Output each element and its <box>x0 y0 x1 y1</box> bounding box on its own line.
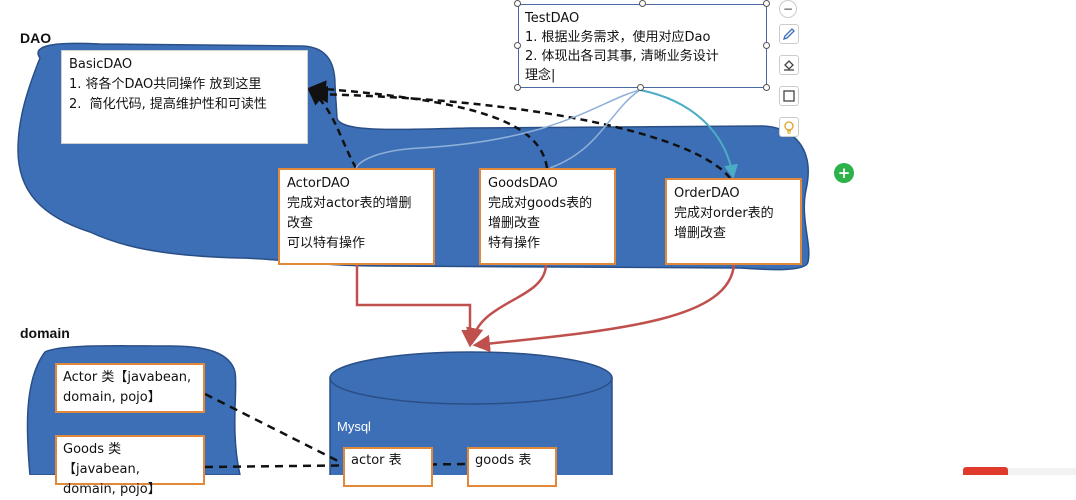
goods-to-mysql-arrow <box>466 263 548 346</box>
resize-handle-bc[interactable] <box>637 84 644 91</box>
actor-to-mysql-arrow <box>355 264 479 348</box>
actor-table-label: actor 表 <box>351 453 402 468</box>
goods-dao-box: GoodsDAO 完成对goods表的 增删改查 特有操作 <box>479 168 616 265</box>
test-dao-line-3: 理念| <box>525 68 556 83</box>
resize-handle-bl[interactable] <box>514 84 521 91</box>
resize-handle-tr[interactable] <box>763 0 770 7</box>
basic-dao-line-2: 2. 简化代码, 提高维护性和可读性 <box>69 97 267 112</box>
basic-dao-title: BasicDAO <box>69 57 133 72</box>
add-icon[interactable]: + <box>834 163 854 183</box>
order-dao-line-2: 增删改查 <box>674 226 727 241</box>
actor-dao-title: ActorDAO <box>287 176 350 191</box>
resize-handle-tl[interactable] <box>514 0 521 7</box>
test-dao-line-1: 1. 根据业务需求，使用对应Dao <box>525 30 711 45</box>
goods-dao-line-2: 增删改查 <box>488 216 541 231</box>
dao-section-label: DAO <box>20 30 52 46</box>
actor-dao-line-1: 完成对actor表的增删 <box>287 196 412 211</box>
actor-table-box: actor 表 <box>343 447 433 487</box>
goods-dao-title: GoodsDAO <box>488 176 558 191</box>
resize-handle-mr[interactable] <box>763 42 770 49</box>
order-dao-line-1: 完成对order表的 <box>674 206 774 221</box>
corner-bar <box>1008 468 1076 475</box>
mysql-label: Mysql <box>337 419 371 434</box>
actor-class-line-2: domain, pojo】 <box>63 390 161 405</box>
order-dao-title: OrderDAO <box>674 186 740 201</box>
domain-section-label: domain <box>20 325 70 341</box>
actor-class-line-1: Actor 类【javabean, <box>63 370 192 385</box>
goods-class-box: Goods 类【javabean, domain, pojo】 <box>55 435 205 497</box>
test-dao-box[interactable]: TestDAO 1. 根据业务需求，使用对应Dao 2. 体现出各司其事, 清晰… <box>518 4 767 88</box>
actor-class-box: Actor 类【javabean, domain, pojo】 <box>55 363 205 413</box>
outline-icon <box>783 90 795 102</box>
corner-red-badge[interactable] <box>963 467 1008 475</box>
goods-class-line-1: Goods 类【javabean, <box>63 442 140 477</box>
test-dao-line-2: 2. 体现出各司其事, 清晰业务设计 <box>525 49 719 64</box>
actor-dao-line-2: 改查 <box>287 216 314 231</box>
lightbulb-icon <box>784 121 794 134</box>
goods-dao-line-1: 完成对goods表的 <box>488 196 593 211</box>
resize-handle-tc[interactable] <box>639 0 646 7</box>
actor-dao-box: ActorDAO 完成对actor表的增删 改查 可以特有操作 <box>278 168 435 265</box>
test-dao-title: TestDAO <box>525 11 580 26</box>
goods-table-box: goods 表 <box>467 447 557 487</box>
order-dao-box: OrderDAO 完成对order表的 增删改查 <box>665 178 802 265</box>
basic-dao-line-1: 1. 将各个DAO共同操作 放到这里 <box>69 77 262 92</box>
resize-handle-ml[interactable] <box>514 42 521 49</box>
goods-class-line-2: domain, pojo】 <box>63 482 161 497</box>
pen-icon <box>782 28 795 41</box>
actor-dao-line-3: 可以特有操作 <box>287 236 366 251</box>
goods-dao-line-3: 特有操作 <box>488 236 541 251</box>
order-to-mysql-arrow <box>472 263 736 353</box>
collapse-button[interactable]: − <box>779 0 797 18</box>
outline-tool-button[interactable] <box>779 86 799 106</box>
tips-tool-button[interactable] <box>779 117 799 137</box>
basic-dao-box: BasicDAO 1. 将各个DAO共同操作 放到这里 2. 简化代码, 提高维… <box>61 50 308 144</box>
paint-bucket-icon <box>784 60 794 71</box>
pen-tool-button[interactable] <box>779 24 799 44</box>
resize-handle-br[interactable] <box>763 84 770 91</box>
fill-tool-button[interactable] <box>779 55 799 75</box>
goods-table-label: goods 表 <box>475 453 532 468</box>
